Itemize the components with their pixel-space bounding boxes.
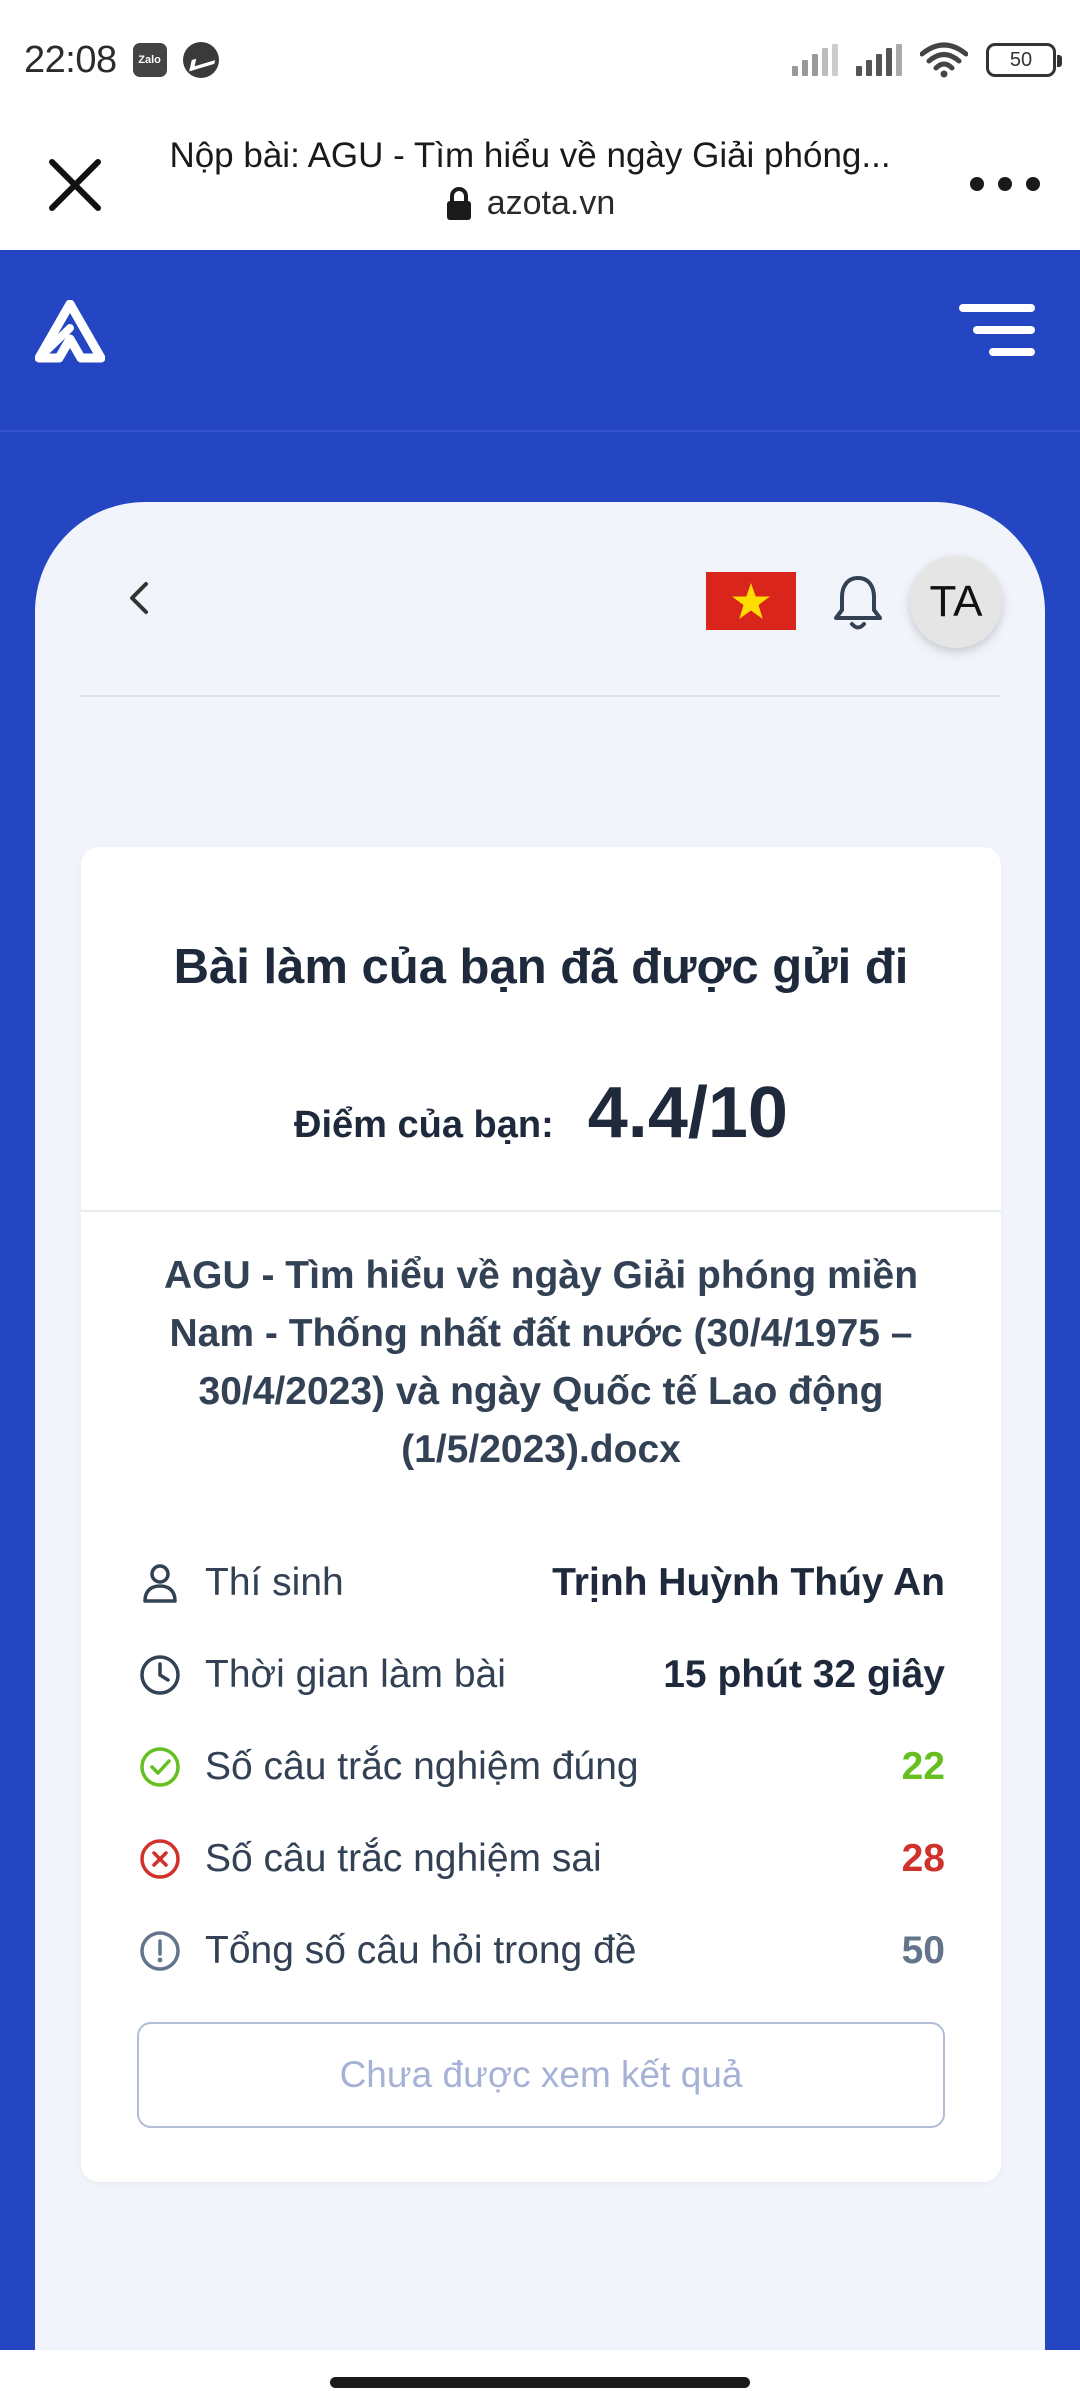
info-row-correct: Số câu trắc nghiệm đúng 22 <box>137 1721 945 1813</box>
azota-logo-icon[interactable] <box>35 300 105 366</box>
avatar[interactable]: TA <box>910 556 1002 648</box>
info-label: Thời gian làm bài <box>205 1653 506 1696</box>
score-value: 4.4/10 <box>587 1073 788 1153</box>
info-label: Thí sinh <box>205 1561 344 1604</box>
system-nav-bar <box>0 2350 1080 2400</box>
check-circle-icon <box>140 1747 180 1787</box>
info-row-duration: Thời gian làm bài 15 phút 32 giây <box>137 1629 945 1721</box>
correct-count: 22 <box>901 1745 945 1788</box>
url-text: azota.vn <box>486 184 616 222</box>
info-row-wrong: Số câu trắc nghiệm sai 28 <box>137 1813 945 1905</box>
more-options-icon[interactable] <box>970 164 1040 204</box>
bell-icon[interactable] <box>830 572 886 634</box>
browser-url[interactable]: azota.vn <box>150 184 910 223</box>
exclamation-circle-icon <box>140 1931 180 1971</box>
clock-icon <box>140 1655 180 1695</box>
browser-toolbar: Nộp bài: AGU - Tìm hiểu về ngày Giải phó… <box>0 120 1080 250</box>
document-name: AGU - Tìm hiểu về ngày Giải phóng miền N… <box>163 1254 919 1471</box>
chevron-left-icon[interactable] <box>120 572 156 624</box>
status-time: 22:08 <box>24 38 117 81</box>
info-list: Thí sinh Trịnh Huỳnh Thúy An Thời gian l… <box>137 1537 945 1997</box>
status-bar: 22:08 Zalo 50 <box>0 0 1080 120</box>
view-results-button[interactable]: Chưa được xem kết quả <box>137 2022 945 2128</box>
panel-toolbar: TA <box>80 502 1002 697</box>
x-circle-icon <box>140 1839 180 1879</box>
home-indicator[interactable] <box>330 2377 750 2388</box>
signal-icon-2 <box>856 44 902 76</box>
info-row-candidate: Thí sinh Trịnh Huỳnh Thúy An <box>137 1537 945 1629</box>
result-title: Bài làm của bạn đã được gửi đi <box>173 940 909 994</box>
submission-result-card: Bài làm của bạn đã được gửi đi Điểm của … <box>81 847 1001 2182</box>
info-label: Số câu trắc nghiệm đúng <box>205 1745 639 1788</box>
zalo-icon: Zalo <box>132 43 167 77</box>
close-icon[interactable] <box>40 150 110 220</box>
browser-page-title: Nộp bài: AGU - Tìm hiểu về ngày Giải phó… <box>169 136 891 175</box>
wifi-icon <box>920 42 968 78</box>
info-label: Tổng số câu hỏi trong đề <box>205 1929 637 1972</box>
app-header <box>0 250 1080 432</box>
score-row: Điểm của bạn: 4.4/10 <box>81 1072 1001 1154</box>
duration-value: 15 phút 32 giây <box>663 1653 945 1696</box>
lock-icon <box>446 186 471 220</box>
info-label: Số câu trắc nghiệm sai <box>205 1837 602 1880</box>
vietnam-flag-icon[interactable] <box>706 572 796 630</box>
user-icon <box>143 1564 177 1603</box>
wrong-count: 28 <box>901 1837 945 1880</box>
battery-level: 50 <box>1009 48 1033 71</box>
flag-star-icon <box>732 583 770 619</box>
total-count: 50 <box>901 1929 945 1972</box>
hamburger-menu-icon[interactable] <box>959 300 1035 360</box>
signal-icon <box>792 44 838 76</box>
messenger-icon <box>182 42 219 78</box>
content-panel: TA Bài làm của bạn đã được gửi đi Điểm c… <box>35 502 1045 2362</box>
info-row-total: Tổng số câu hỏi trong đề 50 <box>137 1905 945 1997</box>
candidate-name: Trịnh Huỳnh Thúy An <box>552 1561 945 1604</box>
score-label: Điểm của bạn: <box>294 1104 554 1146</box>
app-area: TA Bài làm của bạn đã được gửi đi Điểm c… <box>0 250 1080 2362</box>
battery-icon: 50 <box>986 43 1062 77</box>
card-header <box>81 847 1001 1212</box>
